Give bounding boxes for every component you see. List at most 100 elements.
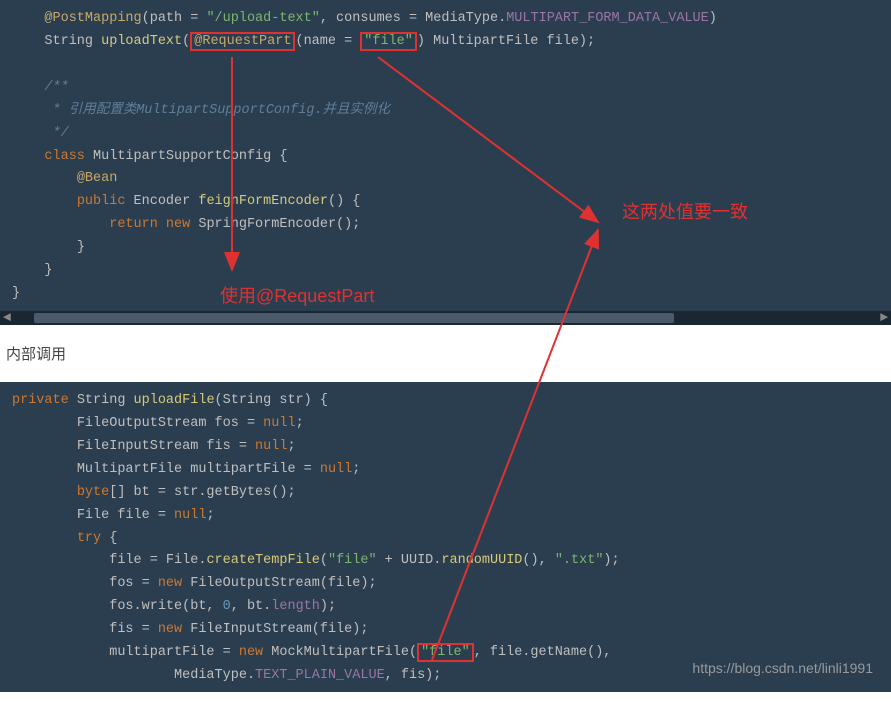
- code-line: public Encoder feignFormEncoder() {: [0, 191, 891, 214]
- code-token: (path =: [142, 11, 207, 26]
- code-token: "file": [328, 553, 377, 568]
- code-line: [0, 54, 891, 77]
- code-token: , consumes = MediaType.: [320, 11, 506, 26]
- code-token: byte: [77, 485, 109, 500]
- code-token: ;: [287, 439, 295, 454]
- code-token: ) MultipartFile file);: [417, 34, 595, 49]
- code-token: MediaType.: [174, 668, 255, 683]
- code-token: @PostMapping: [44, 11, 141, 26]
- scrollbar-track[interactable]: [14, 313, 877, 323]
- code-token: ;: [352, 462, 360, 477]
- code-token: (),: [522, 553, 554, 568]
- code-line: FileInputStream fis = null;: [0, 436, 891, 459]
- code-token: MULTIPART_FORM_DATA_VALUE: [506, 11, 709, 26]
- code-token: String: [44, 34, 101, 49]
- code-token: (name =: [295, 34, 360, 49]
- code-token: */: [44, 126, 68, 141]
- code-line: String uploadText(@RequestPart(name = "f…: [0, 31, 891, 54]
- code-line: MultipartFile multipartFile = null;: [0, 459, 891, 482]
- highlighted-token: @RequestPart: [190, 32, 295, 51]
- code-line: @PostMapping(path = "/upload-text", cons…: [0, 8, 891, 31]
- code-token: }: [44, 263, 52, 278]
- code-lines-bottom: private String uploadFile(String str) { …: [0, 390, 891, 688]
- code-line: }: [0, 237, 891, 260]
- code-token: () {: [328, 194, 360, 209]
- code-line: byte[] bt = str.getBytes();: [0, 482, 891, 505]
- scrollbar-thumb[interactable]: [34, 313, 674, 323]
- code-editor-bottom: private String uploadFile(String str) { …: [0, 382, 891, 692]
- code-token: fos.write(bt,: [109, 599, 222, 614]
- code-line: }: [0, 283, 891, 306]
- code-token: try: [77, 531, 109, 546]
- code-line: fis = new FileInputStream(file);: [0, 619, 891, 642]
- code-token: ".txt": [555, 553, 604, 568]
- code-token: uploadText: [101, 34, 182, 49]
- highlighted-token: "file": [360, 32, 417, 51]
- watermark-text: https://blog.csdn.net/linli1991: [692, 660, 873, 676]
- code-token: private: [12, 393, 77, 408]
- code-token: }: [12, 286, 20, 301]
- code-token: multipartFile =: [109, 645, 239, 660]
- code-token: (String str) {: [215, 393, 328, 408]
- code-token: , file.getName(),: [474, 645, 612, 660]
- code-token: );: [320, 599, 336, 614]
- code-token: * 引用配置类MultipartSupportConfig.并且实例化: [44, 103, 390, 118]
- code-token: (: [320, 553, 328, 568]
- code-token: MockMultipartFile(: [271, 645, 417, 660]
- horizontal-scrollbar[interactable]: ◄ ►: [0, 311, 891, 325]
- code-token: );: [603, 553, 619, 568]
- code-line: try {: [0, 528, 891, 551]
- code-token: {: [109, 531, 117, 546]
- code-token: FileInputStream(file);: [190, 622, 368, 637]
- code-line: File file = null;: [0, 505, 891, 528]
- code-token: String: [77, 393, 134, 408]
- highlighted-token: "file": [417, 643, 474, 662]
- code-token: "/upload-text": [206, 11, 319, 26]
- code-token: randomUUID: [441, 553, 522, 568]
- code-token: fis =: [109, 622, 158, 637]
- code-token: length: [271, 599, 320, 614]
- code-token: FileInputStream fis =: [77, 439, 255, 454]
- code-line: * 引用配置类MultipartSupportConfig.并且实例化: [0, 100, 891, 123]
- code-line: return new SpringFormEncoder();: [0, 214, 891, 237]
- code-token: uploadFile: [134, 393, 215, 408]
- code-line: */: [0, 123, 891, 146]
- code-token: [12, 57, 20, 72]
- code-token: return new: [109, 217, 198, 232]
- code-token: 0: [223, 599, 231, 614]
- code-token: , fis);: [385, 668, 442, 683]
- code-token: FileOutputStream(file);: [190, 576, 376, 591]
- code-token: new: [158, 622, 190, 637]
- section-heading: 内部调用: [0, 325, 891, 382]
- scroll-right-arrow-icon[interactable]: ►: [877, 311, 891, 325]
- code-token: null: [320, 462, 352, 477]
- scroll-left-arrow-icon[interactable]: ◄: [0, 311, 14, 325]
- code-line: private String uploadFile(String str) {: [0, 390, 891, 413]
- code-token: new: [158, 576, 190, 591]
- code-line: /**: [0, 77, 891, 100]
- code-token: MultipartSupportConfig {: [93, 149, 287, 164]
- code-line: file = File.createTempFile("file" + UUID…: [0, 550, 891, 573]
- code-line: }: [0, 260, 891, 283]
- code-token: public: [77, 194, 134, 209]
- code-token: }: [77, 240, 85, 255]
- code-line: fos.write(bt, 0, bt.length);: [0, 596, 891, 619]
- code-line: FileOutputStream fos = null;: [0, 413, 891, 436]
- code-line: @Bean: [0, 168, 891, 191]
- code-token: file = File.: [109, 553, 206, 568]
- code-token: null: [255, 439, 287, 454]
- code-token: class: [44, 149, 93, 164]
- code-token: ;: [206, 508, 214, 523]
- code-token: @Bean: [77, 171, 118, 186]
- code-token: , bt.: [231, 599, 272, 614]
- code-token: TEXT_PLAIN_VALUE: [255, 668, 385, 683]
- code-editor-top: @PostMapping(path = "/upload-text", cons…: [0, 0, 891, 325]
- code-token: null: [263, 416, 295, 431]
- code-token: createTempFile: [206, 553, 319, 568]
- code-token: ;: [296, 416, 304, 431]
- code-token: Encoder: [134, 194, 199, 209]
- code-lines-top: @PostMapping(path = "/upload-text", cons…: [0, 8, 891, 306]
- code-token: + UUID.: [377, 553, 442, 568]
- code-token: [] bt = str.getBytes();: [109, 485, 295, 500]
- code-token: new: [239, 645, 271, 660]
